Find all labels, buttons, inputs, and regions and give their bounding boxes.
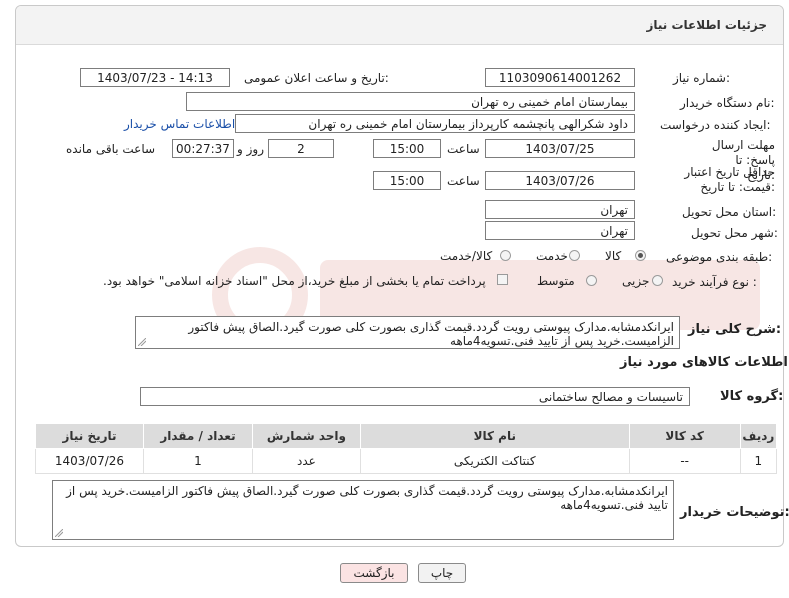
description-textarea[interactable]: ایرانکدمشابه.مدارک پیوستی رویت گردد.قیمت… <box>135 316 680 349</box>
days-label: روز و <box>237 142 264 156</box>
category-radio-service[interactable] <box>569 250 580 261</box>
announce-date-label: تاریخ و ساعت اعلان عمومی: <box>244 71 389 85</box>
col-header-unit: واحد شمارش <box>251 423 361 449</box>
description-label: شرح کلی نیاز: <box>688 322 782 337</box>
col-header-goods-name: نام کالا <box>359 423 630 449</box>
validity-date-field: 1403/07/26 <box>485 171 635 190</box>
col-header-need-date: تاریخ نیاز <box>35 423 144 449</box>
category-radio-goods[interactable] <box>635 250 646 261</box>
need-number-label: شماره نیاز: <box>673 71 731 85</box>
province-label: استان محل تحویل: <box>682 205 777 219</box>
goods-group-field: تاسیسات و مصالح ساختمانی <box>140 387 690 406</box>
deadline-time-label: ساعت <box>447 142 480 156</box>
cell-need-date: 1403/07/26 <box>35 448 144 474</box>
goods-table: ردیف کد کالا نام کالا واحد شمارش تعداد /… <box>35 423 778 474</box>
process-option-medium: متوسط <box>537 274 575 288</box>
buyer-contact-link[interactable]: اطلاعات تماس خریدار <box>124 117 235 131</box>
resize-grip-icon[interactable] <box>138 338 146 346</box>
requester-field: داود شکرالهی پانچشمه کارپرداز بیمارستان … <box>235 114 635 133</box>
validity-time-label: ساعت <box>447 174 480 188</box>
goods-group-label: گروه کالا: <box>720 389 784 404</box>
resize-grip-icon[interactable] <box>55 529 63 537</box>
category-label: طبقه بندی موضوعی: <box>666 250 773 264</box>
treasury-payment-checkbox[interactable] <box>497 274 508 285</box>
category-radio-goods-service[interactable] <box>500 250 511 261</box>
validity-time-field: 15:00 <box>373 171 441 190</box>
table-row: 1 -- کنتاکت الکتریکی عدد 1 1403/07/26 <box>35 448 778 474</box>
validity-label: حداقل تاریخ اعتبار قیمت: تا تاریخ: <box>684 165 775 194</box>
treasury-payment-note: پرداخت تمام یا بخشی از مبلغ خرید،از محل … <box>103 274 486 288</box>
deadline-time-field: 15:00 <box>373 139 441 158</box>
col-header-quantity: تعداد / مقدار <box>142 423 253 449</box>
days-field: 2 <box>268 139 334 158</box>
col-header-row-number: ردیف <box>739 423 778 449</box>
col-header-goods-code: کد کالا <box>628 423 741 449</box>
cell-row-number: 1 <box>739 448 778 474</box>
buyer-org-field: بیمارستان امام خمینی ره تهران <box>186 92 635 111</box>
announce-date-field: 1403/07/23 - 14:13 <box>80 68 230 87</box>
remaining-time-field: 00:27:37 <box>172 139 234 158</box>
cell-quantity: 1 <box>142 448 253 474</box>
print-button[interactable]: چاپ <box>418 563 466 583</box>
process-label: نوع فرآیند خرید : <box>672 275 757 289</box>
category-option-goods-service: کالا/خدمت <box>440 249 493 263</box>
buyer-notes-text: ایرانکدمشابه.مدارک پیوستی رویت گردد.قیمت… <box>66 484 668 512</box>
remaining-time-label: ساعت باقی مانده <box>66 142 156 156</box>
buyer-notes-textarea[interactable]: ایرانکدمشابه.مدارک پیوستی رویت گردد.قیمت… <box>52 480 674 540</box>
description-text: ایرانکدمشابه.مدارک پیوستی رویت گردد.قیمت… <box>188 320 674 348</box>
requester-label: ایجاد کننده درخواست: <box>660 118 771 132</box>
need-number-field: 1103090614001262 <box>485 68 635 87</box>
process-option-minor: جزیی <box>622 274 650 288</box>
panel-header: جزئیات اطلاعات نیاز <box>16 6 783 45</box>
city-field: تهران <box>485 221 635 240</box>
back-button[interactable]: بازگشت <box>340 563 408 583</box>
cell-goods-code: -- <box>628 448 741 474</box>
process-radio-minor[interactable] <box>652 275 663 286</box>
buyer-org-label: نام دستگاه خریدار: <box>680 96 775 110</box>
page-title: جزئیات اطلاعات نیاز <box>646 18 767 32</box>
category-option-goods: کالا <box>605 249 622 263</box>
cell-goods-name: کنتاکت الکتریکی <box>359 448 630 474</box>
category-option-service: خدمت <box>536 249 568 263</box>
cell-unit: عدد <box>251 448 361 474</box>
goods-section-title: اطلاعات کالاهای مورد نیاز <box>620 355 788 370</box>
province-field: تهران <box>485 200 635 219</box>
table-header-row: ردیف کد کالا نام کالا واحد شمارش تعداد /… <box>35 423 778 449</box>
deadline-date-field: 1403/07/25 <box>485 139 635 158</box>
city-label: شهر محل تحویل: <box>691 226 778 240</box>
process-radio-medium[interactable] <box>586 275 597 286</box>
buyer-notes-label: توضیحات خریدار: <box>680 505 789 520</box>
